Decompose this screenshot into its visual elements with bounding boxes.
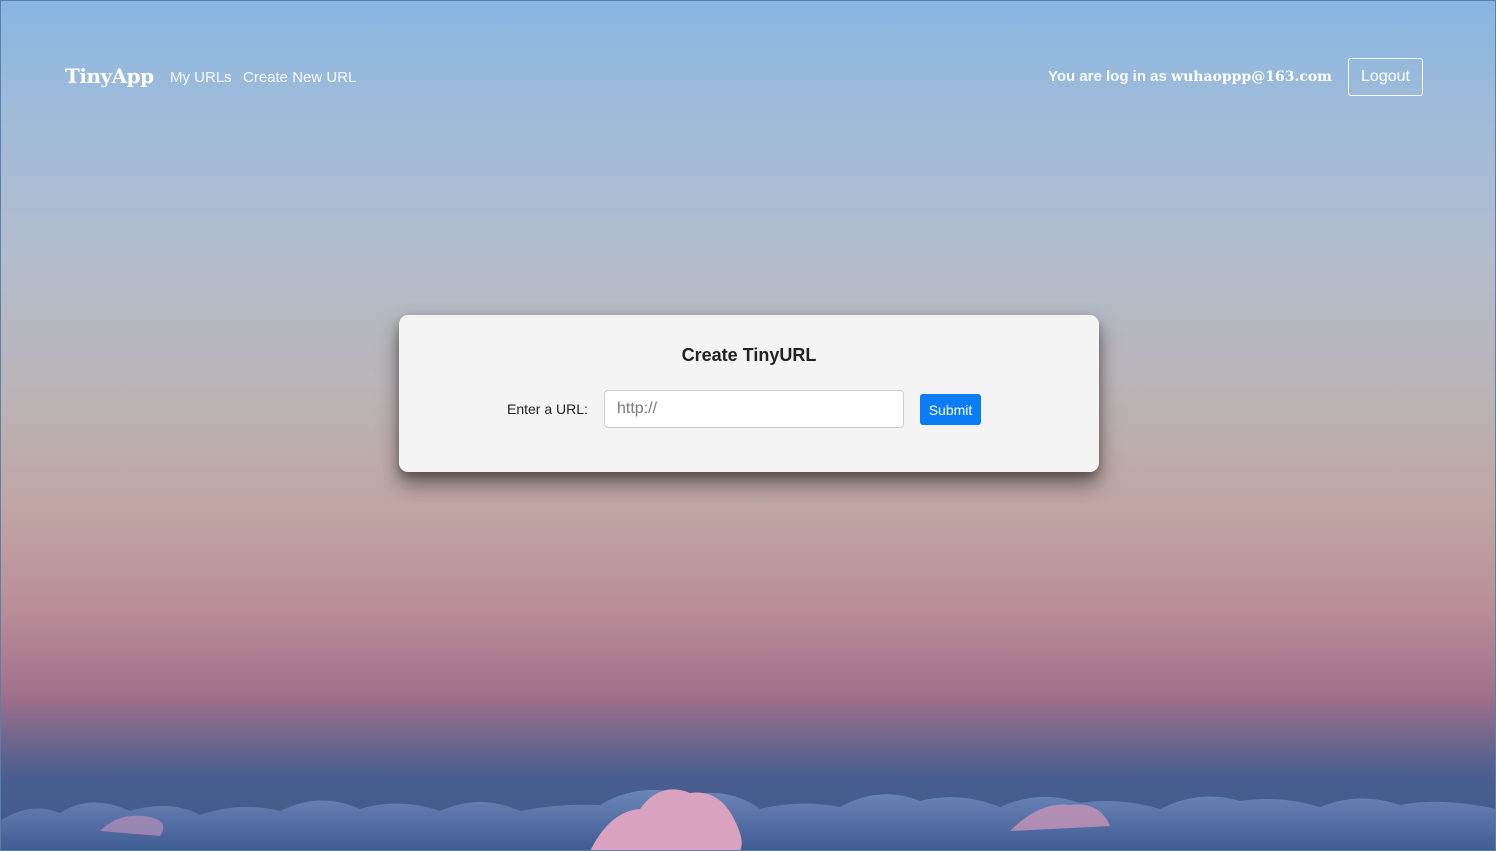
brand-logo[interactable]: TinyApp bbox=[65, 64, 154, 88]
submit-button[interactable]: Submit bbox=[920, 394, 981, 425]
nav-my-urls-link[interactable]: My URLs bbox=[170, 69, 232, 86]
login-prefix: You are log in as bbox=[1047, 68, 1167, 85]
navbar: TinyApp My URLs Create New URL You are l… bbox=[0, 0, 1496, 154]
clouds-illustration bbox=[0, 789, 1496, 851]
url-input[interactable] bbox=[604, 390, 904, 428]
login-status: You are log in as wuhaoppp@163.com bbox=[1048, 68, 1332, 85]
user-email: wuhaoppp@163.com bbox=[1171, 69, 1332, 85]
card-title: Create TinyURL bbox=[681, 345, 817, 365]
create-url-card: Create TinyURL Enter a URL: Submit bbox=[399, 315, 1099, 472]
logout-button[interactable]: Logout bbox=[1348, 58, 1423, 96]
nav-create-new-url-link[interactable]: Create New URL bbox=[243, 69, 356, 86]
url-field-label: Enter a URL: bbox=[507, 401, 588, 417]
